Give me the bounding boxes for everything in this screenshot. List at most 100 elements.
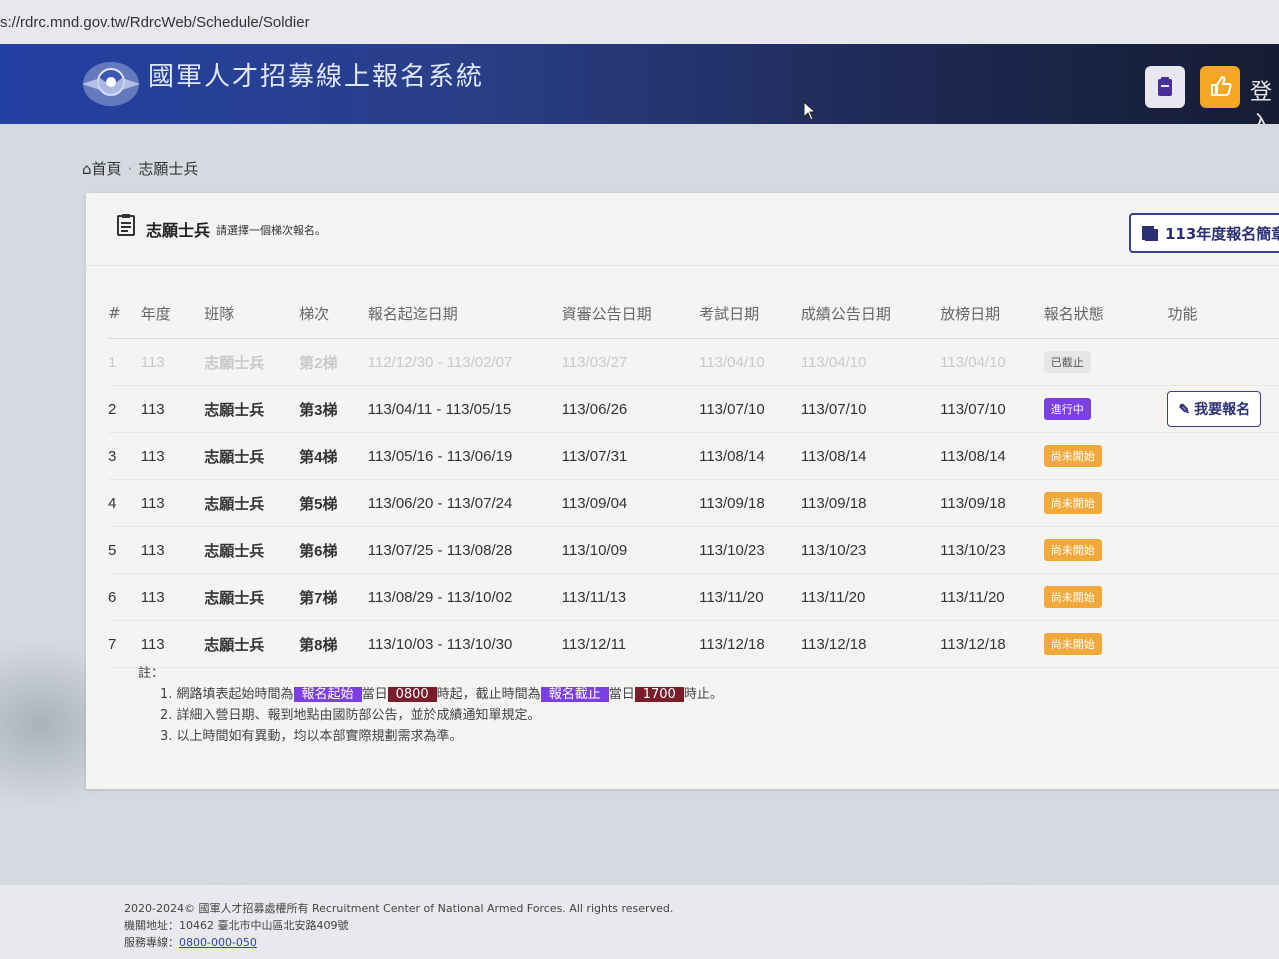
row-batch: 第3梯: [299, 385, 368, 433]
row-period: 113/05/16 - 113/06/19: [367, 432, 562, 480]
row-class: 志願士兵: [204, 385, 300, 433]
row-class: 志願士兵: [204, 338, 300, 386]
row-batch: 第6梯: [299, 526, 368, 574]
row-result-date: 113/08/14: [940, 432, 1044, 480]
panel-header: 志願士兵 請選擇一個梯次報名。 113年度報名簡章: [86, 193, 1279, 266]
apply-button[interactable]: ✎ 我要報名: [1167, 391, 1262, 427]
row-result-date: 113/07/10: [940, 385, 1044, 433]
note-1-highlight-0800: 0800: [387, 687, 437, 702]
row-year: 113: [140, 432, 205, 480]
row-action-cell: ✎ 我要報名: [1167, 385, 1279, 433]
footer-hotline: 服務專線：0800-000-050: [124, 934, 257, 950]
col-header-batch: 梯次: [299, 288, 368, 339]
row-action-cell: [1167, 526, 1279, 574]
table-body: 1 113 志願士兵 第2梯 112/12/30 - 113/02/07 113/03/2…: [108, 338, 1279, 668]
row-review-date: 113/06/26: [561, 385, 700, 433]
url-text: s://rdrc.mnd.gov.tw/RdrcWeb/Schedule/Sol…: [0, 14, 310, 31]
row-class: 志願士兵: [204, 526, 300, 574]
row-status-cell: 尚未開始: [1043, 620, 1168, 668]
row-period: 113/07/25 - 113/08/28: [367, 526, 562, 574]
row-exam-date: 113/08/14: [699, 432, 801, 480]
row-status-cell: 尚未開始: [1043, 432, 1168, 480]
breadcrumb: ⌂首頁 · 志願士兵: [82, 160, 199, 178]
row-no: 4: [108, 479, 141, 527]
brochure-button[interactable]: 113年度報名簡章: [1129, 213, 1279, 253]
row-score-date: 113/10/23: [800, 526, 941, 574]
row-result-date: 113/04/10: [940, 338, 1044, 386]
clipboard-icon: [1158, 77, 1172, 96]
row-year: 113: [140, 479, 205, 527]
brochure-label: 113年度報名簡章: [1165, 225, 1279, 243]
row-exam-date: 113/11/20: [699, 573, 801, 621]
row-result-date: 113/11/20: [940, 573, 1044, 621]
status-badge: 尚未開始: [1043, 586, 1102, 608]
col-header-review: 資審公告日期: [561, 288, 700, 339]
row-action-cell: [1167, 479, 1279, 527]
row-score-date: 113/04/10: [800, 338, 941, 386]
row-action-cell: [1167, 573, 1279, 621]
breadcrumb-home[interactable]: 首頁: [92, 160, 122, 178]
edit-icon: ✎: [1178, 401, 1195, 417]
row-year: 113: [140, 526, 205, 574]
row-score-date: 113/09/18: [800, 479, 941, 527]
row-exam-date: 113/07/10: [699, 385, 801, 433]
table-header-row: # 年度 班隊 梯次 報名起迄日期 資審公告日期 考試日期 成績公告日期 放榜日…: [108, 288, 1279, 339]
status-badge: 尚未開始: [1043, 445, 1102, 467]
note-1-text-c: 時起，截止時間為: [436, 687, 541, 702]
row-period: 113/10/03 - 113/10/30: [367, 620, 562, 668]
row-year: 113: [140, 338, 205, 386]
clipboard-list-icon: [117, 214, 135, 236]
armed-forces-emblem-icon: [82, 62, 140, 106]
row-no: 5: [108, 526, 141, 574]
footer-hotline-label: 服務專線：: [124, 936, 179, 949]
row-score-date: 113/08/14: [800, 432, 941, 480]
row-class: 志願士兵: [204, 479, 300, 527]
footer-copyright: 2020-2024© 國軍人才招募處權所有 Recruitment Center…: [124, 902, 674, 915]
row-exam-date: 113/12/18: [699, 620, 801, 668]
schedule-table: # 年度 班隊 梯次 報名起迄日期 資審公告日期 考試日期 成績公告日期 放榜日…: [108, 288, 1279, 668]
row-review-date: 113/07/31: [561, 432, 700, 480]
col-header-score: 成績公告日期: [800, 288, 941, 339]
table-row: 2 113 志願士兵 第3梯 113/04/11 - 113/05/15 113/06/2…: [108, 385, 1279, 433]
note-3: 3. 以上時間如有異動，均以本部實際規劃需求為準。: [160, 729, 463, 744]
row-batch: 第2梯: [299, 338, 368, 386]
site-footer: 2020-2024© 國軍人才招募處權所有 Recruitment Center…: [0, 885, 1279, 959]
row-status-cell: 尚未開始: [1043, 479, 1168, 527]
row-year: 113: [140, 385, 205, 433]
site-title[interactable]: 國軍人才招募線上報名系統: [148, 56, 484, 93]
status-badge: 尚未開始: [1043, 539, 1102, 561]
row-class: 志願士兵: [204, 573, 300, 621]
row-score-date: 113/12/18: [800, 620, 941, 668]
col-header-class: 班隊: [204, 288, 300, 339]
row-result-date: 113/09/18: [940, 479, 1044, 527]
row-no: 7: [108, 620, 141, 668]
footer-hotline-number[interactable]: 0800-000-050: [179, 936, 257, 949]
like-button[interactable]: [1200, 66, 1240, 108]
row-period: 113/04/11 - 113/05/15: [367, 385, 562, 433]
notes-label: 註：: [138, 666, 165, 681]
row-class: 志願士兵: [204, 620, 300, 668]
row-review-date: 113/09/04: [561, 479, 700, 527]
row-exam-date: 113/10/23: [699, 526, 801, 574]
application-form-button[interactable]: [1145, 66, 1185, 108]
note-1-text-e: 時止。: [683, 687, 723, 702]
note-1-highlight-start: 報名起始: [293, 687, 362, 702]
note-1-text-b: 當日: [361, 687, 388, 702]
row-review-date: 113/11/13: [561, 573, 700, 621]
row-batch: 第5梯: [299, 479, 368, 527]
table-row: 4 113 志願士兵 第5梯 113/06/20 - 113/07/24 113/09/0…: [108, 479, 1279, 527]
row-review-date: 113/10/09: [561, 526, 700, 574]
row-batch: 第8梯: [299, 620, 368, 668]
thumbs-up-icon: [1211, 76, 1232, 96]
row-no: 2: [108, 385, 141, 433]
col-header-year: 年度: [140, 288, 205, 339]
row-review-date: 113/03/27: [561, 338, 700, 386]
site-header: 國軍人才招募線上報名系統 登入: [0, 44, 1279, 137]
table-row: 6 113 志願士兵 第7梯 113/08/29 - 113/10/02 113/11/1…: [108, 573, 1279, 621]
row-status-cell: 進行中: [1043, 385, 1168, 433]
panel-subtitle: 請選擇一個梯次報名。: [216, 224, 326, 237]
browser-url-bar[interactable]: s://rdrc.mnd.gov.tw/RdrcWeb/Schedule/Sol…: [0, 0, 1279, 44]
status-badge: 進行中: [1043, 398, 1091, 420]
row-exam-date: 113/09/18: [699, 479, 801, 527]
col-header-result: 放榜日期: [940, 288, 1044, 339]
